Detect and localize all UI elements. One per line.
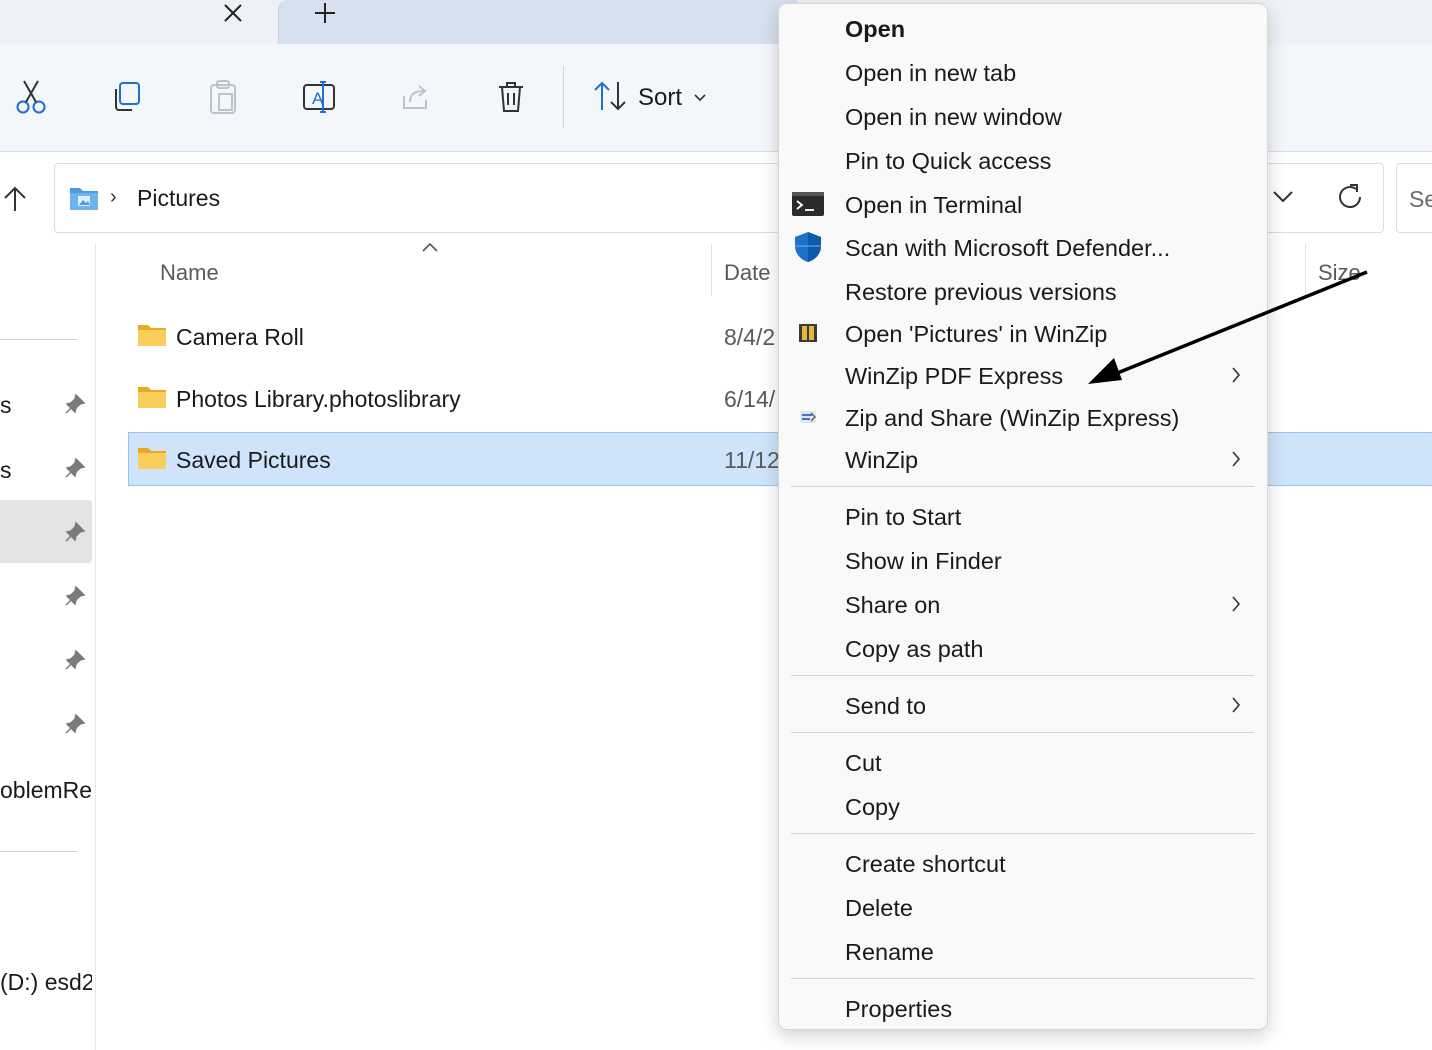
chevron-down-icon	[694, 89, 706, 107]
breadcrumb-chevron: ›	[110, 186, 117, 208]
menu-item-properties[interactable]: Properties	[845, 996, 952, 1023]
nav-item-label[interactable]: s	[0, 392, 12, 419]
sort-button[interactable]: Sort	[592, 74, 722, 122]
new-tab-plus-icon[interactable]	[305, 0, 345, 26]
refresh-icon[interactable]	[1333, 180, 1367, 214]
menu-item-open[interactable]: Open	[845, 16, 905, 43]
chevron-right-icon	[1228, 695, 1244, 715]
sort-arrows-icon	[592, 80, 628, 117]
menu-item-pin-quick-access[interactable]: Pin to Quick access	[845, 148, 1051, 175]
nav-item-label[interactable]: oblemRep	[0, 777, 92, 804]
file-date: 11/12	[724, 447, 780, 473]
menu-item-copy[interactable]: Copy	[845, 794, 900, 821]
file-date: 8/4/2	[724, 324, 776, 350]
nav-item-label[interactable]: s	[0, 457, 12, 484]
menu-separator	[791, 486, 1254, 487]
menu-item-cut[interactable]: Cut	[845, 750, 882, 777]
new-tab-area[interactable]	[278, 0, 798, 44]
menu-item-winzip-pdf-express[interactable]: WinZip PDF Express	[845, 363, 1063, 390]
nav-divider	[0, 851, 77, 852]
menu-item-send-to[interactable]: Send to	[845, 693, 926, 720]
menu-item-zip-share[interactable]: Zip and Share (WinZip Express)	[845, 405, 1179, 432]
winzip-express-icon	[792, 401, 824, 433]
menu-item-restore-versions[interactable]: Restore previous versions	[845, 279, 1117, 306]
share-icon	[392, 74, 438, 120]
file-name: Camera Roll	[176, 324, 304, 350]
pin-icon	[64, 649, 86, 671]
menu-item-share-on[interactable]: Share on	[845, 592, 940, 619]
menu-item-scan-defender[interactable]: Scan with Microsoft Defender...	[845, 235, 1170, 262]
nav-divider	[0, 339, 77, 340]
folder-icon	[137, 323, 167, 347]
nav-drive-label[interactable]: (D:) esd2	[0, 969, 92, 996]
menu-item-copy-path[interactable]: Copy as path	[845, 636, 983, 663]
annotation-arrow	[1080, 262, 1380, 392]
folder-icon	[137, 446, 167, 470]
breadcrumb-pictures[interactable]: Pictures	[137, 185, 220, 212]
address-history-chevron-icon[interactable]	[1268, 182, 1298, 212]
navigation-pane	[0, 243, 96, 1050]
column-divider[interactable]	[711, 244, 712, 296]
trash-icon[interactable]	[488, 74, 534, 120]
menu-item-pin-start[interactable]: Pin to Start	[845, 504, 961, 531]
column-header-date[interactable]: Date	[724, 260, 770, 286]
menu-item-winzip[interactable]: WinZip	[845, 447, 918, 474]
close-tab-icon[interactable]	[216, 0, 250, 26]
pin-icon	[64, 713, 86, 735]
folder-icon	[137, 385, 167, 409]
search-placeholder: Se	[1409, 186, 1432, 212]
menu-item-show-finder[interactable]: Show in Finder	[845, 548, 1002, 575]
menu-separator	[791, 978, 1254, 979]
menu-item-open-terminal[interactable]: Open in Terminal	[845, 192, 1022, 219]
menu-item-delete[interactable]: Delete	[845, 895, 913, 922]
toolbar-divider	[563, 66, 564, 128]
pin-icon	[64, 457, 86, 479]
menu-separator	[791, 833, 1254, 834]
rename-icon[interactable]: A	[296, 74, 342, 120]
chevron-right-icon	[1228, 594, 1244, 614]
menu-item-open-new-tab[interactable]: Open in new tab	[845, 60, 1016, 87]
sort-ascending-caret-icon	[420, 240, 440, 254]
pin-icon	[64, 585, 86, 607]
pin-icon	[64, 393, 86, 415]
copy-icon[interactable]	[104, 74, 150, 120]
pin-icon	[64, 521, 86, 543]
scissors-icon[interactable]	[8, 74, 54, 120]
up-arrow-icon[interactable]	[0, 176, 30, 222]
file-name: Photos Library.photoslibrary	[176, 386, 461, 412]
menu-item-open-new-window[interactable]: Open in new window	[845, 104, 1062, 131]
menu-item-rename[interactable]: Rename	[845, 939, 934, 966]
winzip-icon	[792, 317, 824, 349]
menu-item-create-shortcut[interactable]: Create shortcut	[845, 851, 1006, 878]
menu-item-open-winzip[interactable]: Open 'Pictures' in WinZip	[845, 321, 1107, 348]
menu-separator	[791, 675, 1254, 676]
paste-icon	[200, 74, 246, 120]
file-date: 6/14/	[724, 386, 776, 412]
column-header-name[interactable]: Name	[160, 260, 219, 286]
menu-separator	[791, 732, 1254, 733]
file-name: Saved Pictures	[176, 447, 331, 473]
defender-shield-icon	[792, 231, 824, 263]
sort-label: Sort	[638, 84, 683, 111]
pictures-folder-icon	[69, 184, 99, 212]
terminal-icon	[792, 188, 824, 220]
chevron-right-icon	[1228, 449, 1244, 469]
